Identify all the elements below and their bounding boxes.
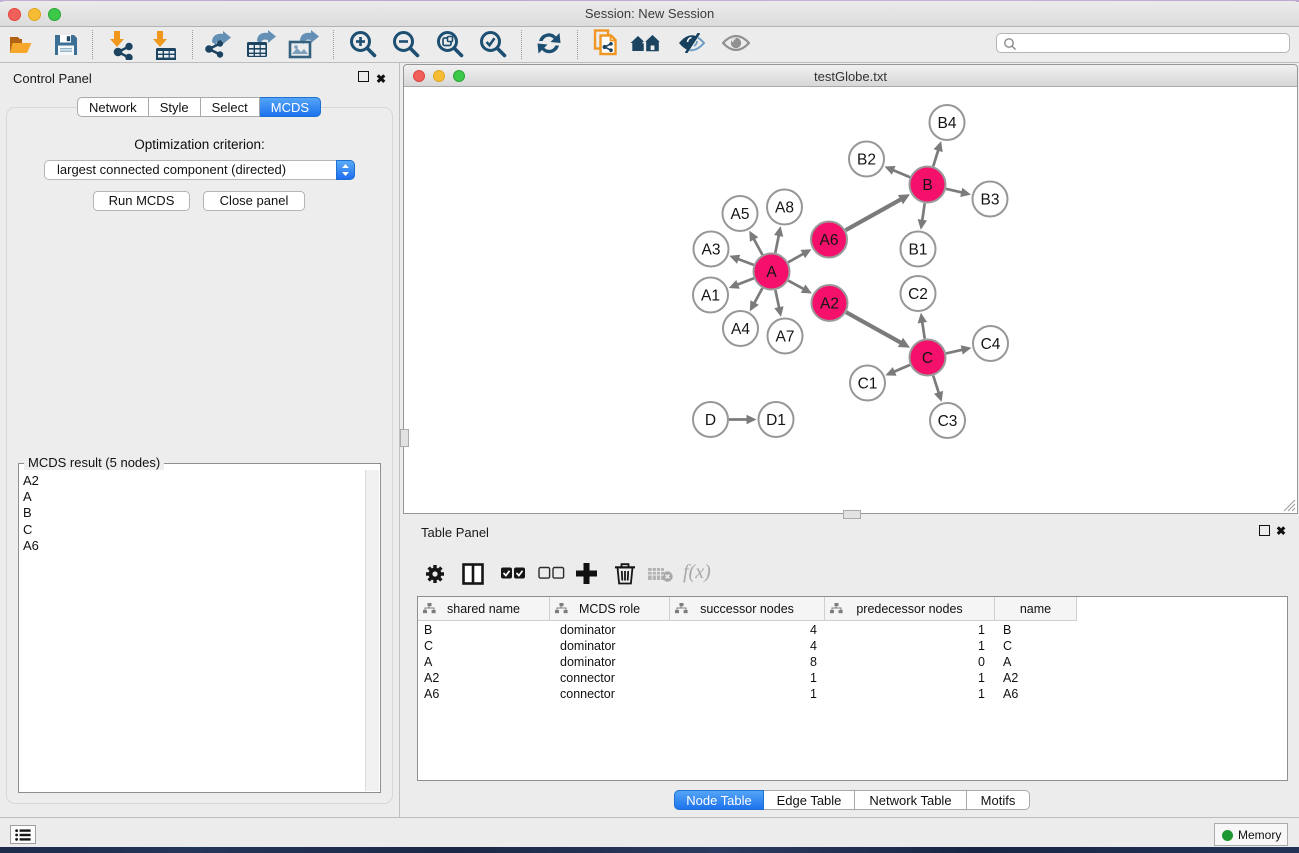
- svg-text:C4: C4: [981, 336, 1001, 353]
- svg-text:A1: A1: [701, 287, 720, 304]
- svg-text:B1: B1: [909, 241, 928, 258]
- svg-text:C: C: [922, 350, 933, 367]
- svg-text:A7: A7: [776, 328, 795, 345]
- svg-text:A8: A8: [775, 199, 794, 216]
- svg-text:D1: D1: [766, 412, 786, 429]
- svg-text:B4: B4: [938, 115, 957, 132]
- svg-text:A6: A6: [820, 232, 839, 249]
- svg-text:A3: A3: [702, 241, 721, 258]
- svg-text:C1: C1: [858, 375, 878, 392]
- svg-text:A2: A2: [820, 295, 839, 312]
- svg-text:B2: B2: [857, 151, 876, 168]
- svg-text:D: D: [705, 412, 716, 429]
- svg-text:B: B: [922, 177, 932, 194]
- svg-text:A4: A4: [731, 321, 750, 338]
- svg-text:C2: C2: [908, 286, 928, 303]
- svg-text:B3: B3: [981, 191, 1000, 208]
- svg-text:A5: A5: [731, 206, 750, 223]
- svg-text:C3: C3: [938, 413, 958, 430]
- svg-text:A: A: [766, 264, 777, 281]
